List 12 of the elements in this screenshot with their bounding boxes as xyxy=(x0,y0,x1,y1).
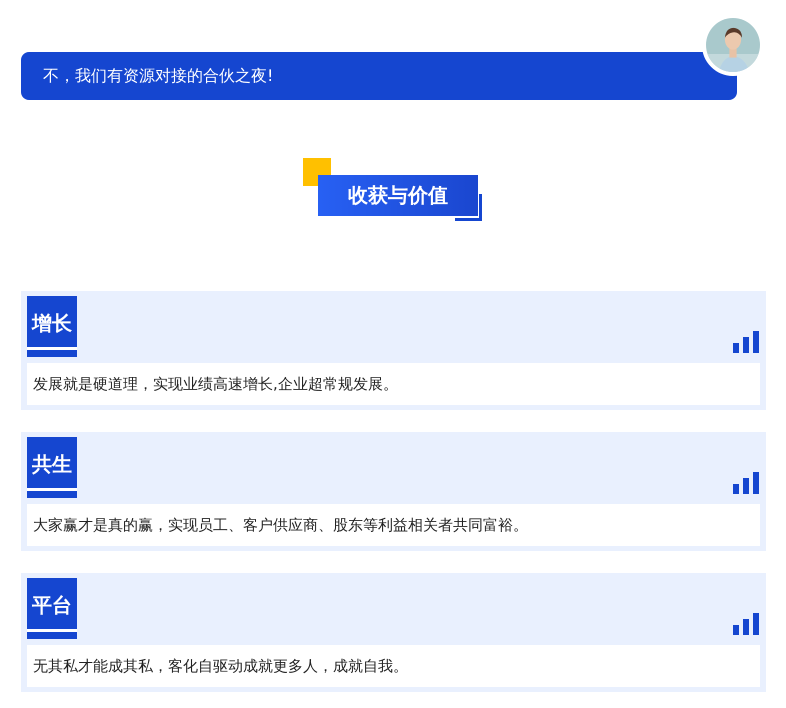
card-text: 无其私才能成其私，客化自驱动成就更多人，成就自我。 xyxy=(27,645,760,687)
section-title: 收获与价值 xyxy=(318,175,478,216)
card-text: 大家赢才是真的赢，实现员工、客户供应商、股东等利益相关者共同富裕。 xyxy=(27,504,760,546)
card-text: 发展就是硬道理，实现业绩高速增长,企业超常规发展。 xyxy=(27,363,760,405)
tag-label: 增长 xyxy=(27,296,77,357)
message-text: 不，我们有资源对接的合伙之夜! xyxy=(43,66,274,86)
tag-label: 共生 xyxy=(27,437,77,498)
tag-label: 平台 xyxy=(27,578,77,639)
bar-chart-icon xyxy=(733,472,760,494)
corner-bracket xyxy=(455,194,482,221)
bar-chart-icon xyxy=(733,331,760,353)
bar-chart-icon xyxy=(733,613,760,635)
